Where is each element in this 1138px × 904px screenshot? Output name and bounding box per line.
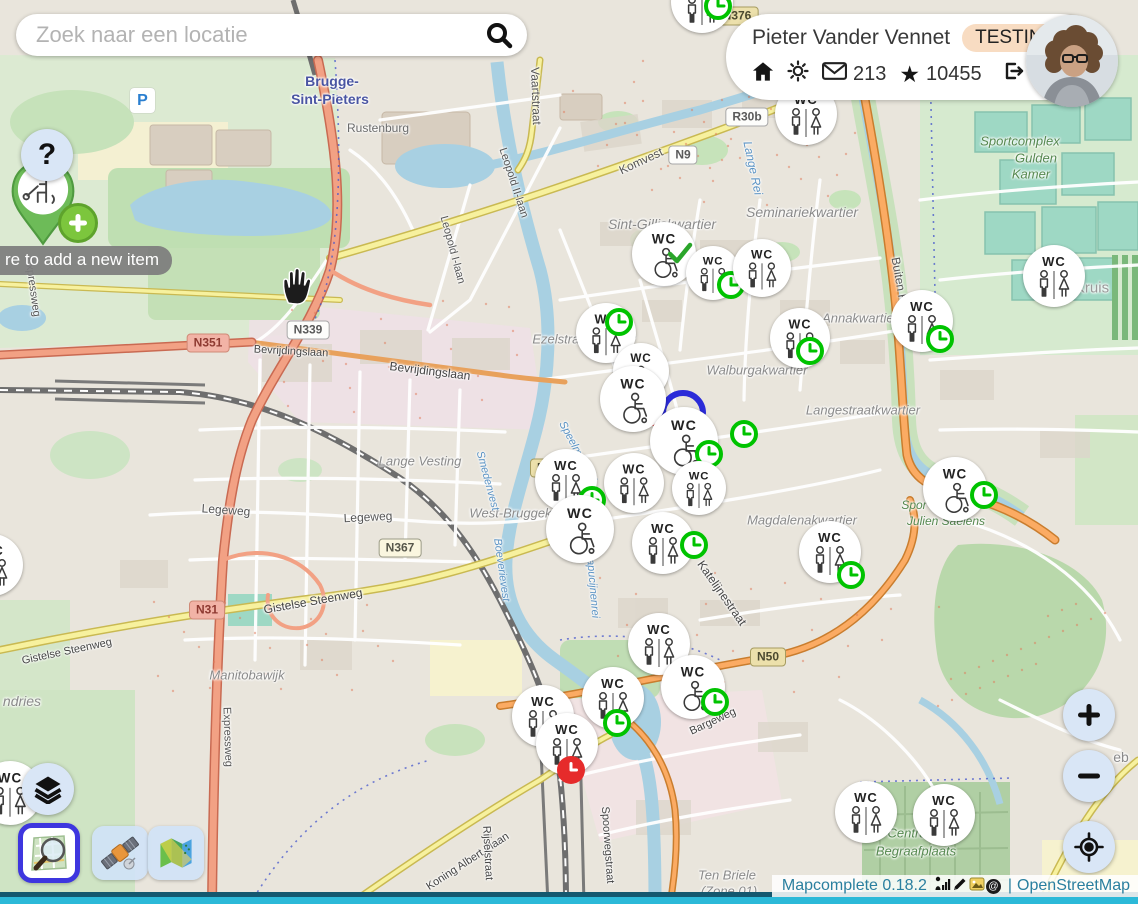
svg-text:WC: WC xyxy=(751,248,773,262)
hand-cursor-icon xyxy=(279,266,315,311)
map-marker-toilet[interactable]: WC xyxy=(686,246,740,300)
messages-icon[interactable] xyxy=(822,62,847,86)
user-name: Pieter Vander Vennet xyxy=(752,26,950,50)
map-marker-toilet[interactable]: WC xyxy=(799,521,861,583)
opening-hours-clock-icon xyxy=(836,560,866,590)
opening-hours-clock-icon xyxy=(795,336,825,366)
background-satellite-button[interactable] xyxy=(92,826,148,880)
svg-text:WC: WC xyxy=(681,665,705,680)
layers-button[interactable] xyxy=(22,763,74,815)
help-button[interactable]: ? xyxy=(21,129,73,181)
attribution-bar: Mapcomplete 0.18.2 @ | OpenStreetMap xyxy=(772,875,1138,897)
opening-hours-clock-icon xyxy=(925,324,955,354)
search-bar[interactable] xyxy=(16,14,527,56)
svg-text:WC: WC xyxy=(630,352,651,365)
add-plus-button[interactable] xyxy=(58,203,98,243)
messages-count: 213 xyxy=(853,63,886,86)
map-marker-toilet[interactable]: WC xyxy=(536,713,598,775)
svg-text:WC: WC xyxy=(555,722,579,737)
svg-text:WC: WC xyxy=(932,793,956,808)
map-marker-toilet[interactable]: WC xyxy=(661,655,725,719)
opening-hours-clock-icon xyxy=(604,307,634,337)
map-marker-toilet[interactable]: WC xyxy=(770,308,830,368)
map-marker-toilet[interactable]: WC xyxy=(672,461,726,515)
opening-hours-clock-icon xyxy=(703,0,733,21)
svg-text:WC: WC xyxy=(689,470,710,482)
star-icon: ★ xyxy=(899,64,920,85)
svg-text:WC: WC xyxy=(620,375,645,391)
svg-text:WC: WC xyxy=(531,694,555,709)
home-icon[interactable] xyxy=(752,61,774,88)
edit-pencil-icon[interactable] xyxy=(952,876,968,897)
search-icon[interactable] xyxy=(481,17,517,53)
geolocate-button[interactable] xyxy=(1063,821,1115,873)
theme-icon[interactable] xyxy=(969,876,985,897)
svg-text:WC: WC xyxy=(910,299,934,314)
svg-text:WC: WC xyxy=(601,676,625,691)
svg-text:WC: WC xyxy=(703,255,724,267)
map-marker-toilet[interactable]: WC xyxy=(733,239,791,297)
attribution-osm-link[interactable]: OpenStreetMap xyxy=(1017,877,1130,895)
zoom-out-button[interactable] xyxy=(1063,750,1115,802)
svg-text:WC: WC xyxy=(651,521,675,536)
svg-text:WC: WC xyxy=(818,530,842,545)
attribution-separator: | xyxy=(1008,877,1012,895)
bottom-strip-cyan xyxy=(0,897,1138,904)
svg-text:WC: WC xyxy=(943,467,967,482)
svg-text:WC: WC xyxy=(554,458,578,473)
opening-hours-clock-icon xyxy=(556,755,586,785)
svg-text:WC: WC xyxy=(0,771,22,786)
map-marker-toilet[interactable]: WC xyxy=(1023,245,1085,307)
search-input[interactable] xyxy=(34,21,481,49)
map-marker-clock[interactable] xyxy=(729,419,759,454)
svg-text:WC: WC xyxy=(1042,254,1066,269)
map-marker-toilet[interactable]: WC xyxy=(546,495,614,563)
map-marker-toilet[interactable]: WC xyxy=(923,457,987,521)
add-item-tooltip: re to add a new item xyxy=(0,246,172,275)
opening-hours-clock-icon xyxy=(602,708,632,738)
map-marker-toilet[interactable]: WC xyxy=(671,0,733,33)
settings-gear-icon[interactable] xyxy=(787,60,809,88)
map-marker-toilet[interactable]: WC xyxy=(835,781,897,843)
svg-text:WC: WC xyxy=(567,506,593,522)
user-avatar[interactable] xyxy=(1026,15,1118,107)
changeset-count: 10455 xyxy=(926,63,982,86)
mastodon-icon[interactable]: @ xyxy=(986,879,1001,894)
zoom-in-button[interactable] xyxy=(1063,689,1115,741)
opening-hours-clock-icon xyxy=(679,530,709,560)
background-map-button[interactable] xyxy=(148,826,204,880)
svg-text:WC: WC xyxy=(623,462,646,476)
svg-text:WC: WC xyxy=(0,543,4,558)
svg-text:WC: WC xyxy=(789,317,812,331)
opening-hours-clock-icon xyxy=(700,687,730,717)
map-marker-toilet[interactable]: WC xyxy=(913,784,975,846)
statistics-icon[interactable] xyxy=(934,876,951,896)
parking-icon: P xyxy=(130,88,155,113)
logout-icon[interactable] xyxy=(1001,59,1025,89)
svg-text:WC: WC xyxy=(854,790,878,805)
map-marker-toilet[interactable]: WC xyxy=(0,534,23,596)
svg-text:WC: WC xyxy=(671,418,697,434)
svg-text:WC: WC xyxy=(647,622,671,637)
attribution-brand[interactable]: Mapcomplete 0.18.2 xyxy=(782,877,927,895)
opening-hours-clock-icon xyxy=(969,480,999,510)
mapcomplete-app: Brugge-Sint-PietersRustenburgVaartstraat… xyxy=(0,0,1138,904)
map-marker-toilet[interactable]: WC xyxy=(632,512,694,574)
map-marker-toilet[interactable]: WC xyxy=(891,290,953,352)
background-osm-carto-button[interactable] xyxy=(18,823,80,883)
